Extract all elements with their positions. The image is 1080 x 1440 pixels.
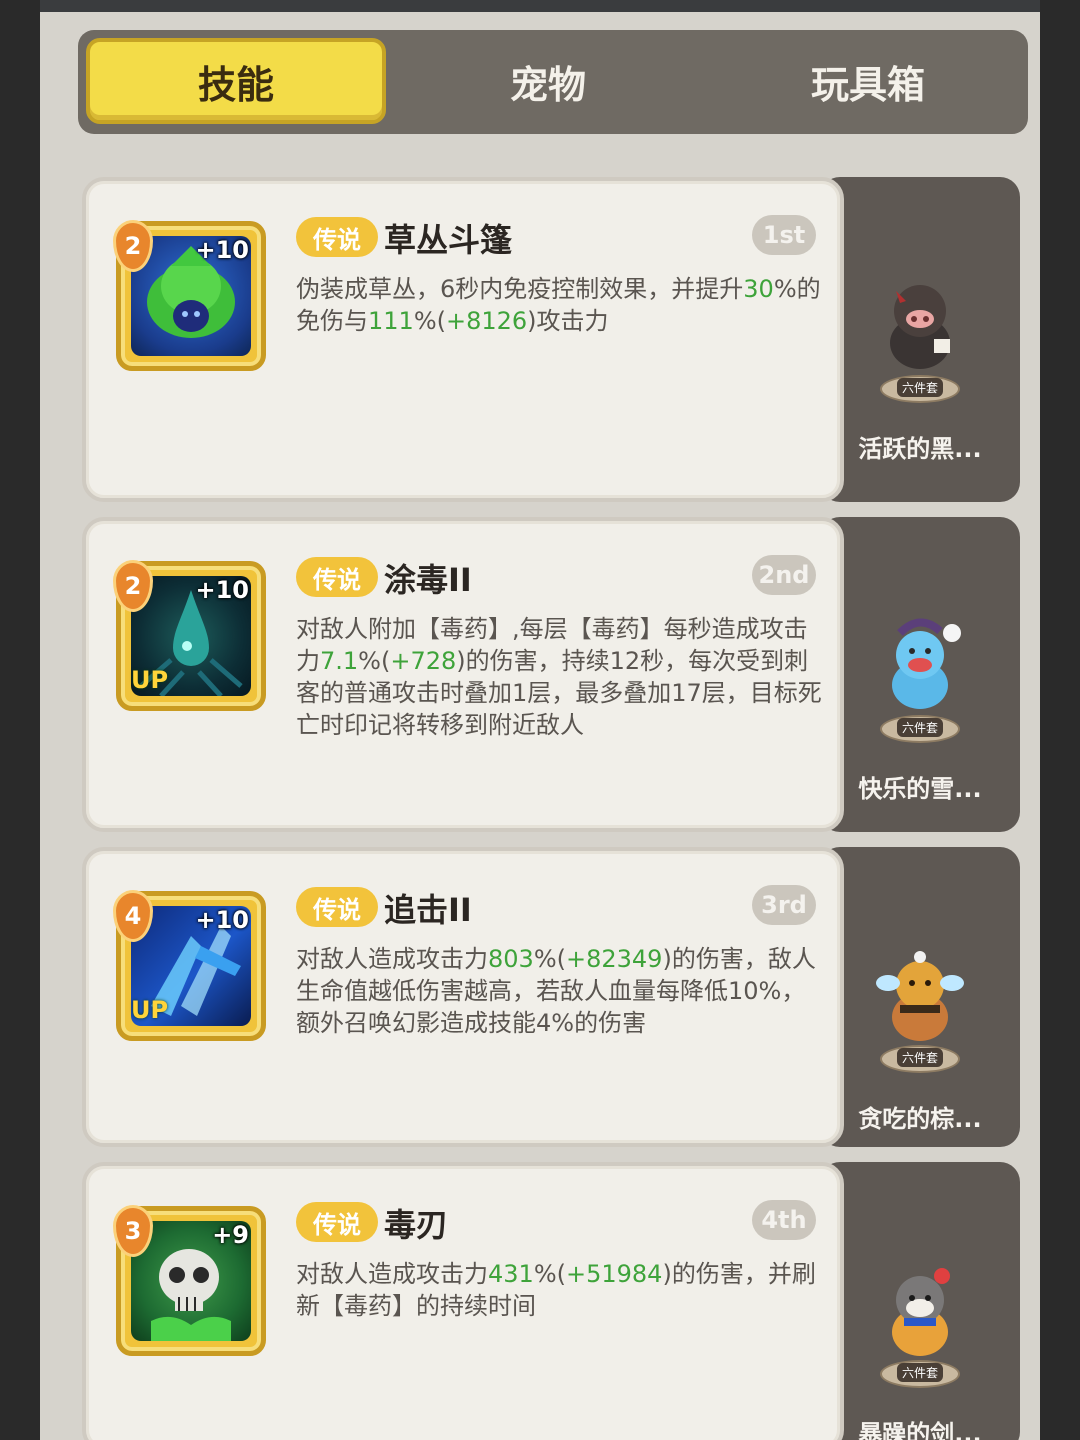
skill-name: 毒刃 [384,1206,449,1244]
tab-skills[interactable]: 技能 [86,38,386,124]
upgrade-indicator: UP [131,666,169,694]
pet-base: 六件套 [880,1045,960,1073]
rarity-badge: 传说 [296,887,378,927]
pet-set-tag: 六件套 [896,1363,944,1382]
rarity-badge: 传说 [296,217,378,257]
skill-row-4: 六件套 暴躁的剑... 3 +9 传说 毒刃 4th 对敌人造成攻击力431%(… [82,1162,1020,1440]
skill-card[interactable]: 2 +10 传说 草丛斗篷 1st 伪装成草丛，6秒内免疫控制效果，并提升30%… [82,177,844,502]
skill-description: 对敌人附加【毒药】,每层【毒药】每秒造成攻击力7.1%(+728)的伤害，持续1… [296,615,822,739]
pet-set-tag: 六件套 [896,1048,944,1067]
skill-icon-frame[interactable]: 3 +9 [113,1205,266,1356]
pet-figure: 六件套 [870,1258,970,1388]
pet-figure: 六件套 [870,273,970,403]
pet-panel[interactable]: 六件套 暴躁的剑... [820,1162,1020,1440]
skill-description: 伪装成草丛，6秒内免疫控制效果，并提升30%的免伤与111%(+8126)攻击力 [296,275,821,335]
sword-cat-pet-icon [892,1268,950,1356]
skill-enhance-level: +9 [212,1221,249,1249]
pet-base: 六件套 [880,375,960,403]
skill-icon-frame[interactable]: 2 +10 UP [113,560,266,711]
pet-base: 六件套 [880,1360,960,1388]
skill-description: 对敌人造成攻击力803%(+82349)的伤害，敌人生命值越低伤害越高，若敌人血… [296,945,816,1037]
skill-name: 涂毒II [384,561,472,599]
pet-base: 六件套 [880,715,960,743]
rarity-badge: 传说 [296,1202,378,1242]
tab-bar: 技能 宠物 玩具箱 [78,30,1028,134]
pet-name: 快乐的雪... [858,775,982,803]
skill-rank-badge: 3rd [752,885,816,925]
pet-set-tag: 六件套 [896,718,944,737]
skill-rank-badge: 4th [752,1200,816,1240]
pet-panel[interactable]: 六件套 活跃的黑... [820,177,1020,502]
skill-enhance-level: +10 [195,576,249,604]
pet-set-tag: 六件套 [896,378,944,397]
tab-pets[interactable]: 宠物 [398,38,698,124]
skill-name: 草丛斗篷 [384,221,513,259]
pet-panel[interactable]: 六件套 快乐的雪... [820,517,1020,832]
skill-icon-frame[interactable]: 2 +10 [113,220,266,371]
skill-row-2: 六件套 快乐的雪... 2 +10 UP 传说 涂毒II 2nd 对敌人附加【毒… [82,517,1020,832]
skill-row-1: 六件套 活跃的黑... 2 +10 传说 草丛斗篷 1st 伪装成草丛，6秒内免… [82,177,1020,502]
bee-bear-pet-icon [876,951,964,1041]
skill-icon-frame[interactable]: 4 +10 UP [113,890,266,1041]
skill-name: 追击II [384,891,472,929]
snow-pet-icon [892,618,961,709]
skill-card[interactable]: 2 +10 UP 传说 涂毒II 2nd 对敌人附加【毒药】,每层【毒药】每秒造… [82,517,844,832]
skill-description: 对敌人造成攻击力431%(+51984)的伤害，并刷新【毒药】的持续时间 [296,1260,816,1320]
pet-figure: 六件套 [870,943,970,1073]
skill-card[interactable]: 4 +10 UP 传说 追击II 3rd 对敌人造成攻击力803%(+82349… [82,847,844,1147]
skill-row-3: 六件套 贪吃的棕... 4 +10 UP 传说 追击II 3rd 对敌人造成攻击… [82,847,1020,1147]
pet-name: 暴躁的剑... [858,1420,982,1440]
pet-figure: 六件套 [870,613,970,743]
skill-card[interactable]: 3 +9 传说 毒刃 4th 对敌人造成攻击力431%(+51984)的伤害，并… [82,1162,844,1440]
pet-name: 活跃的黑... [858,435,982,463]
skill-rank-badge: 1st [752,215,816,255]
skill-enhance-level: +10 [195,906,249,934]
tab-toybox[interactable]: 玩具箱 [718,38,1018,124]
skill-enhance-level: +10 [195,236,249,264]
boar-pet-icon [890,285,950,369]
upgrade-indicator: UP [131,996,169,1024]
skill-rank-badge: 2nd [752,555,816,595]
skills-screen: 技能 宠物 玩具箱 六件套 活跃的黑... 2 +10 传说 草丛斗篷 1st … [40,12,1040,1440]
pet-panel[interactable]: 六件套 贪吃的棕... [820,847,1020,1147]
rarity-badge: 传说 [296,557,378,597]
pet-name: 贪吃的棕... [858,1105,982,1133]
